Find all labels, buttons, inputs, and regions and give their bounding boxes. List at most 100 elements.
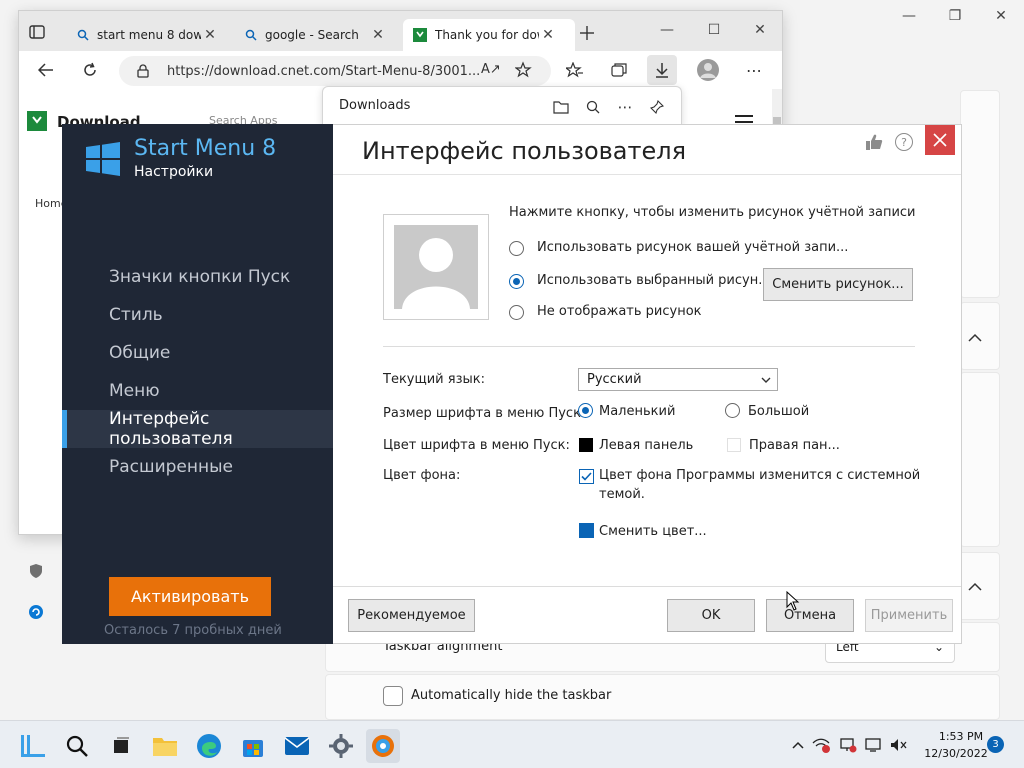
- edge-icon[interactable]: [192, 729, 226, 763]
- minimize-icon[interactable]: —: [886, 0, 932, 32]
- browser-minimize-icon[interactable]: —: [644, 15, 690, 45]
- windows-logo-icon: [86, 142, 120, 176]
- restore-icon[interactable]: ❐: [932, 0, 978, 32]
- thumbs-up-icon[interactable]: [865, 133, 883, 151]
- nav-advanced[interactable]: Расширенные: [62, 448, 333, 486]
- start-icon[interactable]: [16, 729, 50, 763]
- file-explorer-icon[interactable]: [148, 729, 182, 763]
- nav-style[interactable]: Стиль: [62, 296, 333, 334]
- settings-gear-icon[interactable]: [324, 729, 358, 763]
- read-aloud-icon[interactable]: A↗: [481, 62, 501, 77]
- notification-badge[interactable]: 3: [987, 736, 1004, 753]
- close-tab-icon[interactable]: ✕: [369, 27, 387, 43]
- auto-hide-checkbox[interactable]: [383, 686, 403, 706]
- shield-icon: [28, 563, 44, 579]
- mail-icon[interactable]: [280, 729, 314, 763]
- left-panel-color-swatch[interactable]: [579, 438, 593, 452]
- tab-google-search[interactable]: google - Search ✕: [235, 19, 403, 51]
- nav-general[interactable]: Общие: [62, 334, 333, 372]
- downloads-title: Downloads: [339, 98, 411, 113]
- more-options-icon[interactable]: ⋯: [613, 95, 637, 119]
- help-icon[interactable]: ?: [895, 133, 913, 151]
- search-icon[interactable]: [581, 95, 605, 119]
- browser-toolbar: https://download.cnet.com/Start-Menu-8/3…: [19, 51, 782, 89]
- start-menu-8-app-icon[interactable]: [366, 729, 400, 763]
- settings-panel-edge-2: [960, 372, 1000, 547]
- apply-button[interactable]: Применить: [865, 599, 953, 632]
- collections-icon[interactable]: [604, 55, 634, 85]
- address-bar[interactable]: https://download.cnet.com/Start-Menu-8/3…: [119, 56, 551, 86]
- update-icon: [28, 604, 44, 620]
- tab-strip: start menu 8 downl ✕ google - Search ✕ T…: [19, 11, 782, 51]
- dialog-close-icon[interactable]: [925, 125, 955, 155]
- recommended-button[interactable]: Рекомендуемое: [348, 599, 475, 632]
- mouse-cursor-icon: [786, 591, 800, 611]
- start-menu-8-dialog: Start Menu 8 Настройки Значки кнопки Пус…: [62, 124, 962, 644]
- browser-maximize-icon[interactable]: ☐: [691, 15, 737, 45]
- close-tab-icon[interactable]: ✕: [201, 27, 219, 43]
- open-folder-icon[interactable]: [549, 95, 573, 119]
- header-divider: [333, 174, 961, 175]
- close-tab-icon[interactable]: ✕: [539, 27, 557, 43]
- search-icon[interactable]: [60, 729, 94, 763]
- clock-date[interactable]: 12/30/2022: [918, 747, 994, 760]
- show-hidden-icons[interactable]: [788, 735, 808, 755]
- nav-start-button-icons[interactable]: Значки кнопки Пуск: [62, 258, 333, 296]
- back-icon[interactable]: [31, 55, 61, 85]
- language-value: Русский: [587, 372, 642, 387]
- bg-color-checkbox-label-line2: темой.: [599, 487, 645, 502]
- account-picture[interactable]: [383, 214, 489, 320]
- nav-user-interface[interactable]: Интерфейс пользователя: [62, 409, 333, 449]
- account-picture-hint: Нажмите кнопку, чтобы изменить рисунок у…: [509, 205, 916, 220]
- add-favorite-icon[interactable]: [515, 61, 533, 79]
- cancel-button[interactable]: Отмена: [766, 599, 854, 632]
- microsoft-store-icon[interactable]: [236, 729, 270, 763]
- current-language-label: Текущий язык:: [383, 372, 485, 387]
- change-color-swatch[interactable]: [579, 523, 594, 538]
- tab-actions-icon[interactable]: [29, 25, 47, 41]
- cnet-logo-icon: [27, 111, 47, 131]
- section-divider: [383, 346, 915, 347]
- tab-start-menu-search[interactable]: start menu 8 downl ✕: [67, 19, 235, 51]
- change-picture-button[interactable]: Сменить рисунок...: [763, 268, 913, 301]
- nav-label: Расширенные: [109, 457, 233, 477]
- tab-thank-you[interactable]: Thank you for dow ✕: [403, 19, 575, 51]
- more-menu-icon[interactable]: ⋯: [739, 55, 769, 85]
- change-color-link[interactable]: Сменить цвет...: [599, 524, 707, 539]
- clock-time[interactable]: 1:53 PM: [928, 730, 994, 743]
- profile-avatar-icon[interactable]: [693, 55, 723, 85]
- url-text: https://download.cnet.com/Start-Menu-8/3…: [167, 63, 481, 79]
- close-icon[interactable]: ✕: [978, 0, 1024, 32]
- auto-hide-label: Automatically hide the taskbar: [411, 688, 612, 703]
- pin-icon[interactable]: [645, 95, 669, 119]
- right-panel-color-swatch[interactable]: [727, 438, 741, 452]
- activate-button[interactable]: Активировать: [109, 577, 271, 616]
- downloads-icon[interactable]: [647, 55, 677, 85]
- task-view-icon[interactable]: [104, 729, 138, 763]
- new-tab-icon[interactable]: [579, 25, 597, 43]
- network-offline-icon[interactable]: [811, 735, 831, 755]
- volume-muted-icon[interactable]: [888, 735, 908, 755]
- language-select[interactable]: Русский: [578, 368, 778, 391]
- radio-use-account-picture[interactable]: [509, 241, 524, 256]
- refresh-icon[interactable]: [75, 55, 105, 85]
- browser-close-icon[interactable]: ✕: [737, 15, 783, 45]
- radio-label: Маленький: [599, 404, 676, 419]
- display-icon[interactable]: [864, 735, 884, 755]
- radio-font-small[interactable]: [578, 403, 593, 418]
- radio-no-picture[interactable]: [509, 305, 524, 320]
- radio-font-large[interactable]: [725, 403, 740, 418]
- radio-use-selected-picture[interactable]: [509, 274, 524, 289]
- nav-menu[interactable]: Меню: [62, 372, 333, 410]
- radio-label: Большой: [748, 404, 810, 419]
- network-icon[interactable]: [838, 735, 858, 755]
- nav-label: Интерфейс пользователя: [109, 409, 233, 449]
- settings-sidebar: Start Menu 8 Настройки Значки кнопки Пус…: [62, 124, 333, 644]
- radio-label: Использовать выбранный рисун...: [537, 273, 771, 288]
- left-panel-label: Левая панель: [599, 438, 694, 453]
- favorites-icon[interactable]: [560, 55, 590, 85]
- ok-button[interactable]: OK: [667, 599, 755, 632]
- tab-label: start menu 8 downl: [97, 28, 201, 42]
- app-name: Start Menu 8: [134, 136, 277, 161]
- bg-color-checkbox[interactable]: [579, 469, 594, 484]
